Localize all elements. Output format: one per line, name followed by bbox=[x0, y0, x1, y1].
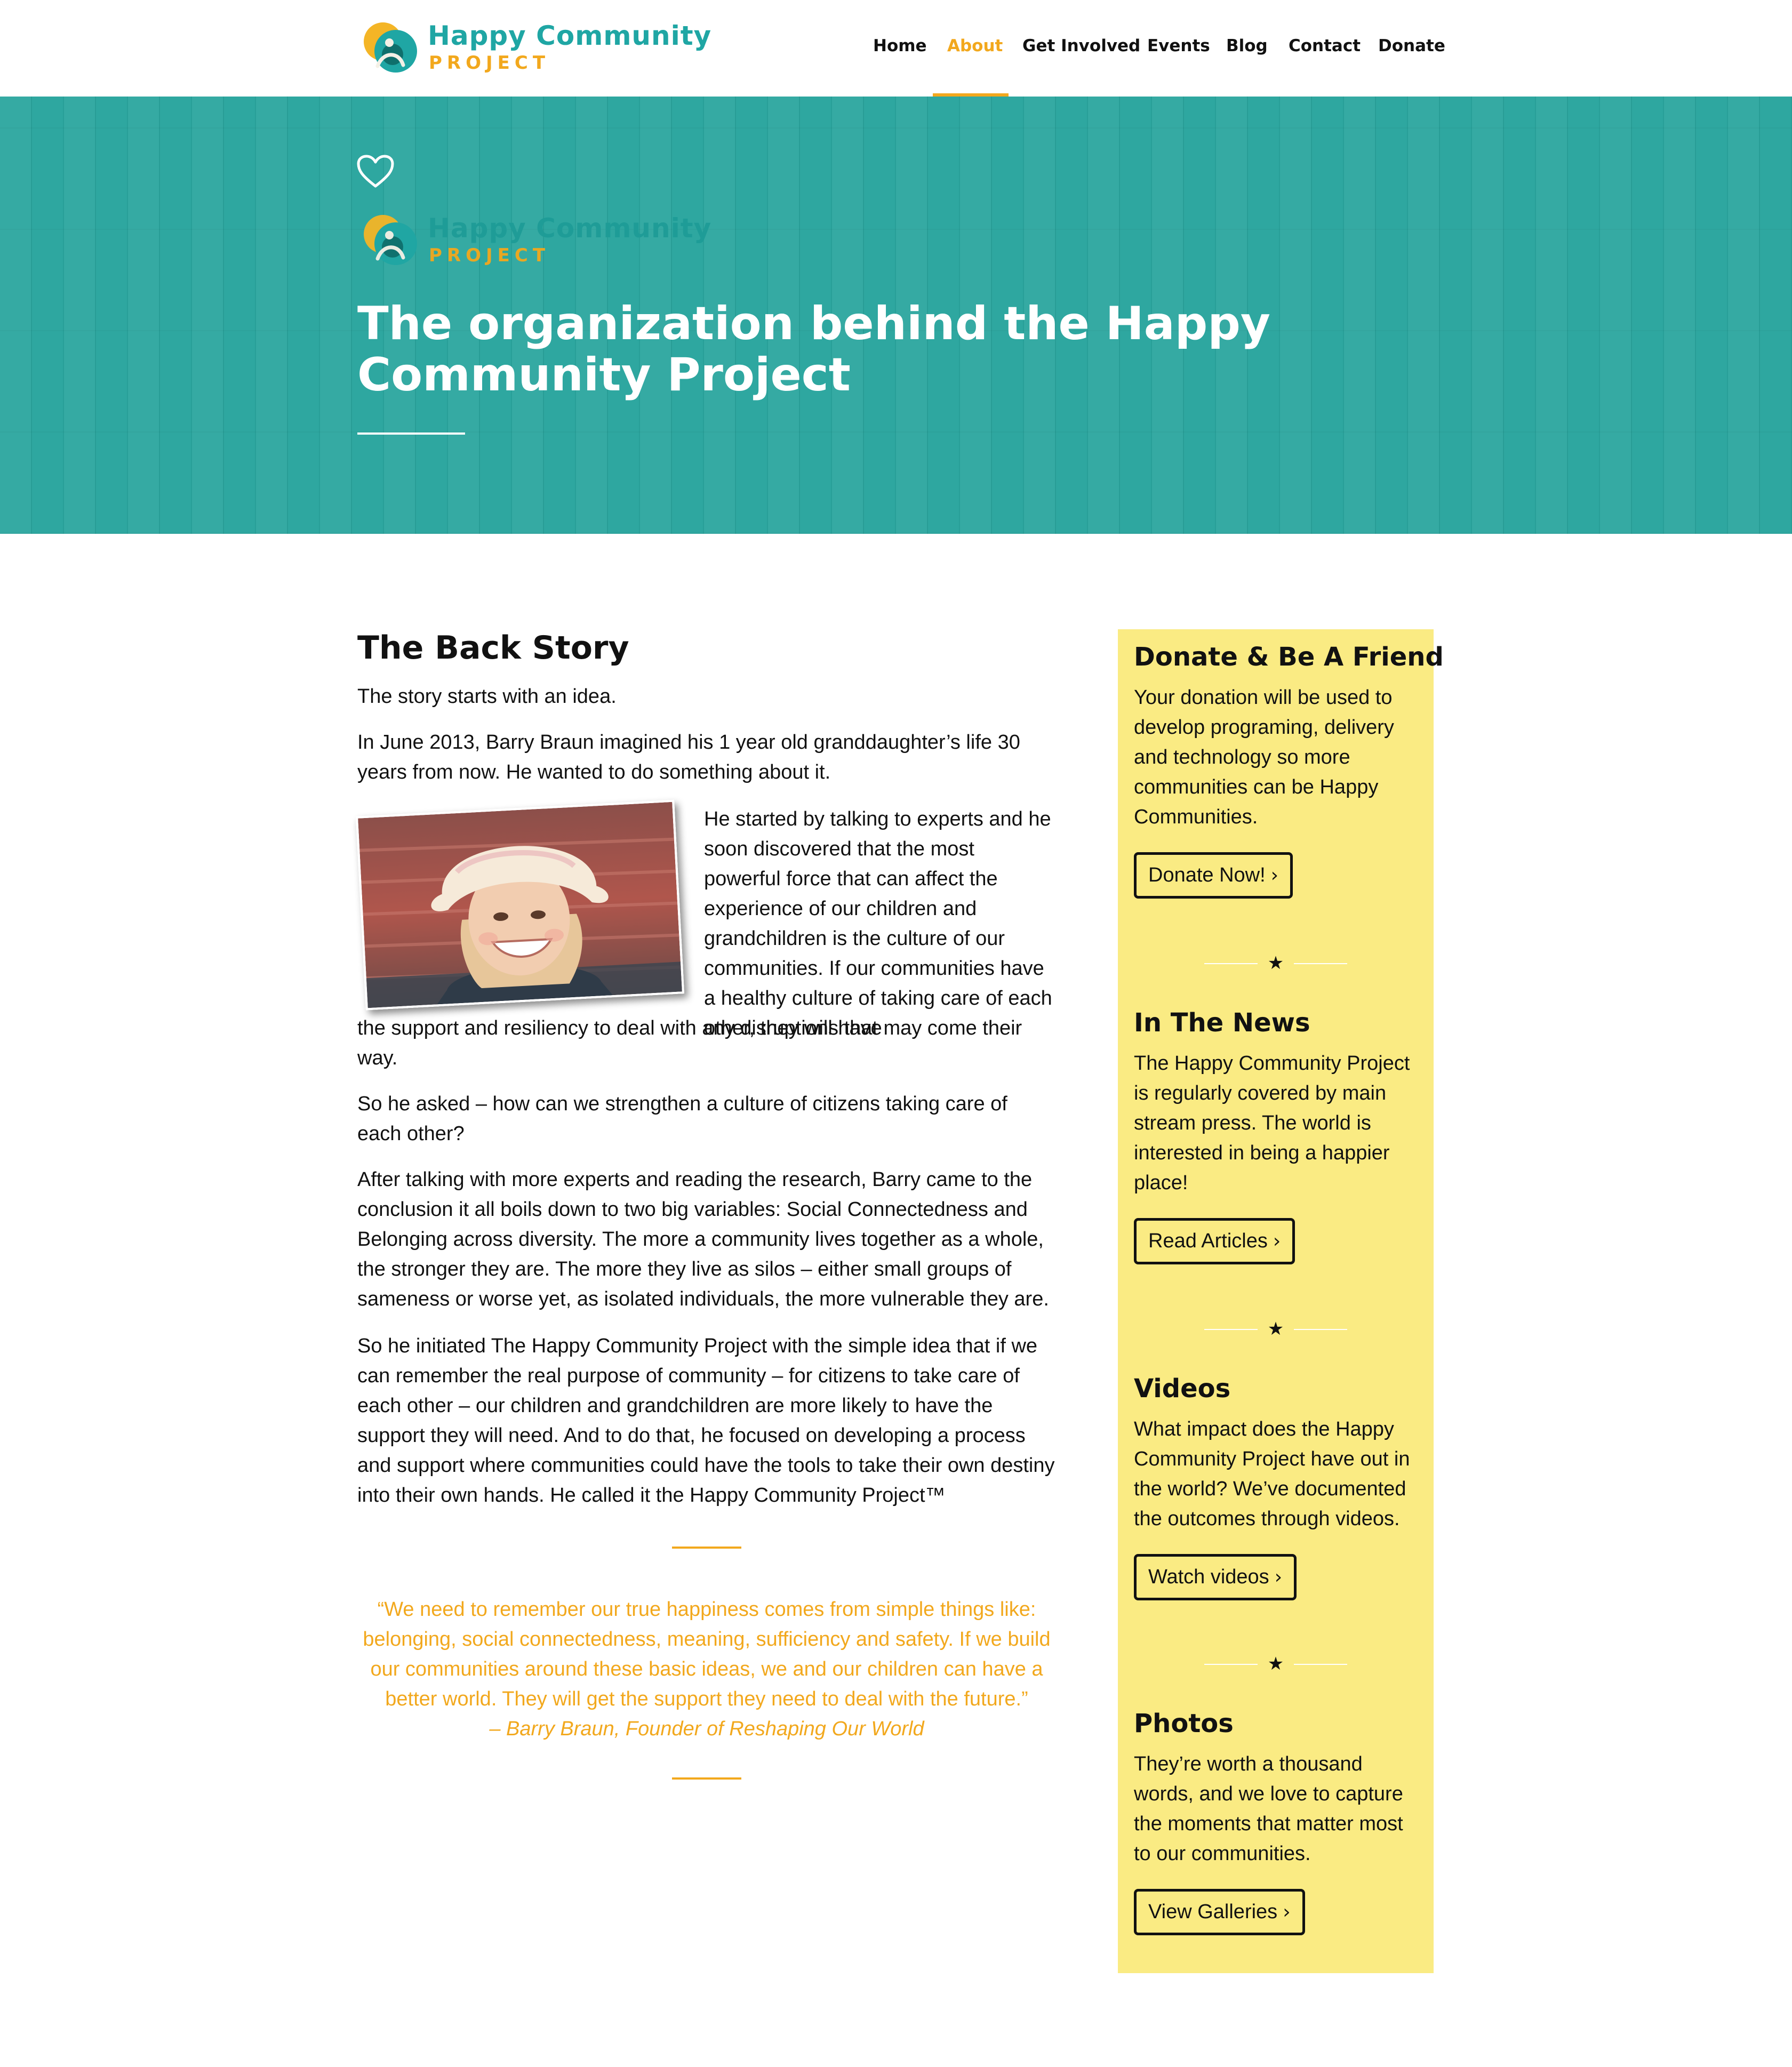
site-header: Happy Community PROJECT Home About Get I… bbox=[0, 0, 1792, 97]
title-rule bbox=[357, 432, 465, 435]
chevron-right-icon: › bbox=[1283, 1901, 1291, 1923]
paragraph-5: After talking with more experts and read… bbox=[357, 1168, 1049, 1310]
nav-contact[interactable]: Contact bbox=[1289, 36, 1361, 55]
paragraph-4: So he asked – how can we strengthen a cu… bbox=[357, 1093, 1007, 1145]
page-title: The organization behind the Happy Commun… bbox=[357, 297, 1270, 402]
quote-text: “We need to remember our true happiness … bbox=[363, 1598, 1051, 1710]
nav-home[interactable]: Home bbox=[873, 36, 927, 55]
sidebar-card-donate: Donate & Be A Friend Your donation will … bbox=[1134, 641, 1444, 899]
quote-rule-top bbox=[672, 1547, 741, 1549]
heart-icon bbox=[357, 155, 394, 188]
button-label: Donate Now! bbox=[1148, 864, 1266, 886]
sidebar: Donate & Be A Friend Your donation will … bbox=[1118, 629, 1444, 1973]
card-text: What impact does the Happy Community Pro… bbox=[1134, 1418, 1410, 1530]
hero-logo-sub: PROJECT bbox=[429, 245, 550, 266]
section-heading: The Back Story bbox=[357, 629, 629, 667]
granddaughter-photo bbox=[355, 799, 685, 1011]
card-text: Your donation will be used to develop pr… bbox=[1134, 686, 1394, 828]
view-galleries-button[interactable]: View Galleries › bbox=[1134, 1889, 1305, 1935]
photo-frame bbox=[355, 799, 685, 1011]
sidebar-divider: ★ bbox=[1204, 1318, 1347, 1340]
card-text: The Happy Community Project is regularly… bbox=[1134, 1052, 1410, 1194]
logo-mark-icon bbox=[364, 215, 417, 265]
button-label: Watch videos bbox=[1148, 1566, 1269, 1588]
hero-banner: Happy Community PROJECT The organization… bbox=[0, 97, 1792, 534]
quote-citation: – Barry Braun, Founder of Reshaping Our … bbox=[489, 1718, 924, 1740]
sidebar-card-videos: Videos What impact does the Happy Commun… bbox=[1134, 1373, 1422, 1600]
divider-line bbox=[1294, 1664, 1347, 1665]
card-title: Photos bbox=[1134, 1709, 1234, 1738]
main-nav: Home About Get Involved Events Blog Cont… bbox=[0, 0, 1792, 97]
nav-donate[interactable]: Donate bbox=[1378, 36, 1445, 55]
button-label: View Galleries bbox=[1148, 1901, 1278, 1923]
watch-videos-button[interactable]: Watch videos › bbox=[1134, 1554, 1297, 1600]
sidebar-divider: ★ bbox=[1204, 1653, 1347, 1675]
chevron-right-icon: › bbox=[1270, 864, 1279, 886]
divider-line bbox=[1204, 963, 1258, 964]
card-title: In The News bbox=[1134, 1008, 1310, 1038]
nav-about[interactable]: About bbox=[947, 36, 1003, 55]
founder-quote: “We need to remember our true happiness … bbox=[357, 1595, 1056, 1744]
card-text: They’re worth a thousand words, and we l… bbox=[1134, 1753, 1403, 1865]
sidebar-divider: ★ bbox=[1204, 952, 1347, 974]
card-title: Videos bbox=[1134, 1374, 1231, 1404]
nav-blog[interactable]: Blog bbox=[1226, 36, 1268, 55]
read-articles-button[interactable]: Read Articles › bbox=[1134, 1218, 1295, 1264]
paragraph-3-continued: the support and resiliency to deal with … bbox=[357, 1017, 1022, 1069]
chevron-right-icon: › bbox=[1273, 1230, 1281, 1252]
smiling-child-image bbox=[358, 802, 682, 1008]
sidebar-card-news: In The News The Happy Community Project … bbox=[1134, 1007, 1422, 1264]
star-icon: ★ bbox=[1267, 1654, 1284, 1674]
nav-get-involved[interactable]: Get Involved bbox=[1022, 36, 1140, 55]
divider-line bbox=[1294, 963, 1347, 964]
divider-line bbox=[1294, 1329, 1347, 1330]
page: Happy Community PROJECT Home About Get I… bbox=[0, 0, 1792, 2067]
chevron-right-icon: › bbox=[1274, 1566, 1283, 1588]
sidebar-card-photos: Photos They’re worth a thousand words, a… bbox=[1134, 1708, 1422, 1935]
hero-logo: Happy Community PROJECT bbox=[357, 209, 711, 273]
paragraph-1: The story starts with an idea. bbox=[357, 685, 617, 708]
donate-now-button[interactable]: Donate Now! › bbox=[1134, 852, 1293, 899]
star-icon: ★ bbox=[1267, 1319, 1284, 1339]
paragraph-3-wrapped: He started by talking to experts and he … bbox=[704, 808, 1052, 1039]
button-label: Read Articles bbox=[1148, 1230, 1268, 1252]
divider-line bbox=[1204, 1664, 1258, 1665]
paragraph-2: In June 2013, Barry Braun imagined his 1… bbox=[357, 731, 1020, 783]
quote-rule-bottom bbox=[672, 1777, 741, 1780]
divider-line bbox=[1204, 1329, 1258, 1330]
nav-events[interactable]: Events bbox=[1147, 36, 1210, 55]
paragraph-6: So he initiated The Happy Community Proj… bbox=[357, 1335, 1055, 1507]
hero-logo-name: Happy Community bbox=[428, 213, 712, 244]
star-icon: ★ bbox=[1267, 953, 1284, 973]
card-title: Donate & Be A Friend bbox=[1134, 642, 1444, 672]
